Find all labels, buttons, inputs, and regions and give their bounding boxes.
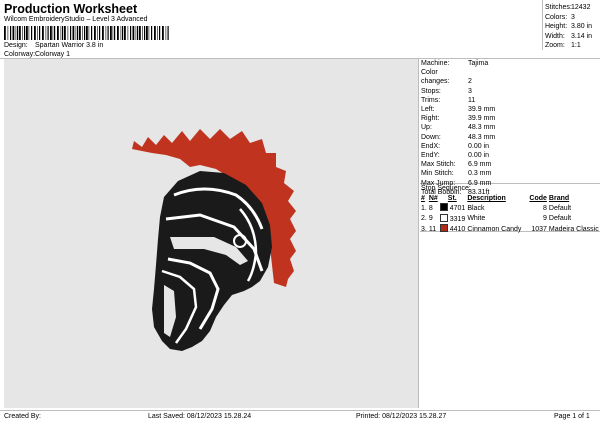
barcode: [4, 26, 169, 40]
col-code: Code: [529, 195, 547, 202]
table-header-row: # N# St. Description Code Brand: [421, 194, 600, 203]
software-name: Wilcom EmbroideryStudio – Level 3 Advanc…: [4, 16, 148, 23]
stat-width: Width: 3.14 in: [545, 32, 593, 40]
info-left: Left: 39.9 mm: [421, 106, 496, 114]
col-needle: N#: [428, 195, 438, 202]
colorway-value: Colorway 1: [35, 51, 71, 58]
info-right: Right: 39.9 mm: [421, 115, 496, 123]
stat-zoom: Zoom: 1:1: [545, 42, 581, 50]
stats-panel: Stitches:12432 Colors: 3 Height: 3.80 in W…: [545, 3, 592, 51]
footer-printed: Printed: 08/12/2023 15.28.27: [356, 413, 447, 420]
footer-created-by: Created By:: [4, 413, 41, 420]
stop-sequence-table: # N# St. Description Code Brand 1. 8 470…: [421, 194, 600, 235]
footer-divider: [0, 410, 600, 411]
table-row: 2. 9 3319 White 9 Default: [421, 213, 572, 223]
col-description: Description: [467, 195, 506, 202]
col-number: #: [421, 195, 425, 202]
design-row: Design: Spartan Warrior 3.8 in: [4, 42, 103, 49]
table-row: 1. 8 4701 Black 8 Default: [421, 203, 572, 212]
stat-stitches: Stitches:12432: [545, 4, 591, 11]
table-row: 3. 11 4410 Cinnamon Candy 1037 Madeira C…: [421, 224, 600, 233]
footer-page: Page 1 of 1: [554, 413, 590, 420]
stats-divider: [542, 0, 543, 50]
col-stitches: St.: [447, 195, 457, 202]
spartan-helmet-embroidery: [132, 129, 296, 351]
stat-height: Height: 3.80 in: [545, 23, 593, 31]
stop-sequence-title: Stop Sequence:: [421, 185, 471, 192]
footer-last-saved: Last Saved: 08/12/2023 15.28.24: [148, 413, 252, 420]
info-color-changes: Color changes: 2: [421, 69, 472, 86]
info-down: Down: 48.3 mm: [421, 133, 496, 141]
colorway-label: Colorway:: [4, 51, 36, 58]
colorway-row: Colorway:Colorway 1: [4, 51, 70, 58]
color-swatch: [439, 224, 448, 232]
info-stops: Stops: 3: [421, 87, 472, 95]
machine-info: Machine: Tajima Color changes: 2 Stops: 3 T…: [421, 59, 495, 197]
color-swatch: [439, 213, 448, 222]
col-brand: Brand: [548, 195, 570, 202]
info-trims: Trims: 11: [421, 96, 476, 104]
page-title: Production Worksheet: [4, 2, 138, 16]
info-max-stitch: Max Stitch: 6.9 mm: [421, 161, 492, 169]
design-value: Spartan Warrior 3.8 in: [35, 42, 104, 49]
info-endx: EndX: 0.00 in: [421, 142, 490, 150]
design-label: Design:: [4, 42, 28, 49]
info-machine: Machine: Tajima: [421, 60, 489, 67]
design-preview: [4, 59, 419, 408]
info-min-stitch: Min Stitch: 0.3 mm: [421, 170, 492, 178]
info-up: Up: 48.3 mm: [421, 124, 496, 132]
color-swatch: [439, 203, 448, 211]
stat-colors: Colors: 3: [545, 13, 575, 21]
info-endy: EndY: 0.00 in: [421, 152, 490, 160]
